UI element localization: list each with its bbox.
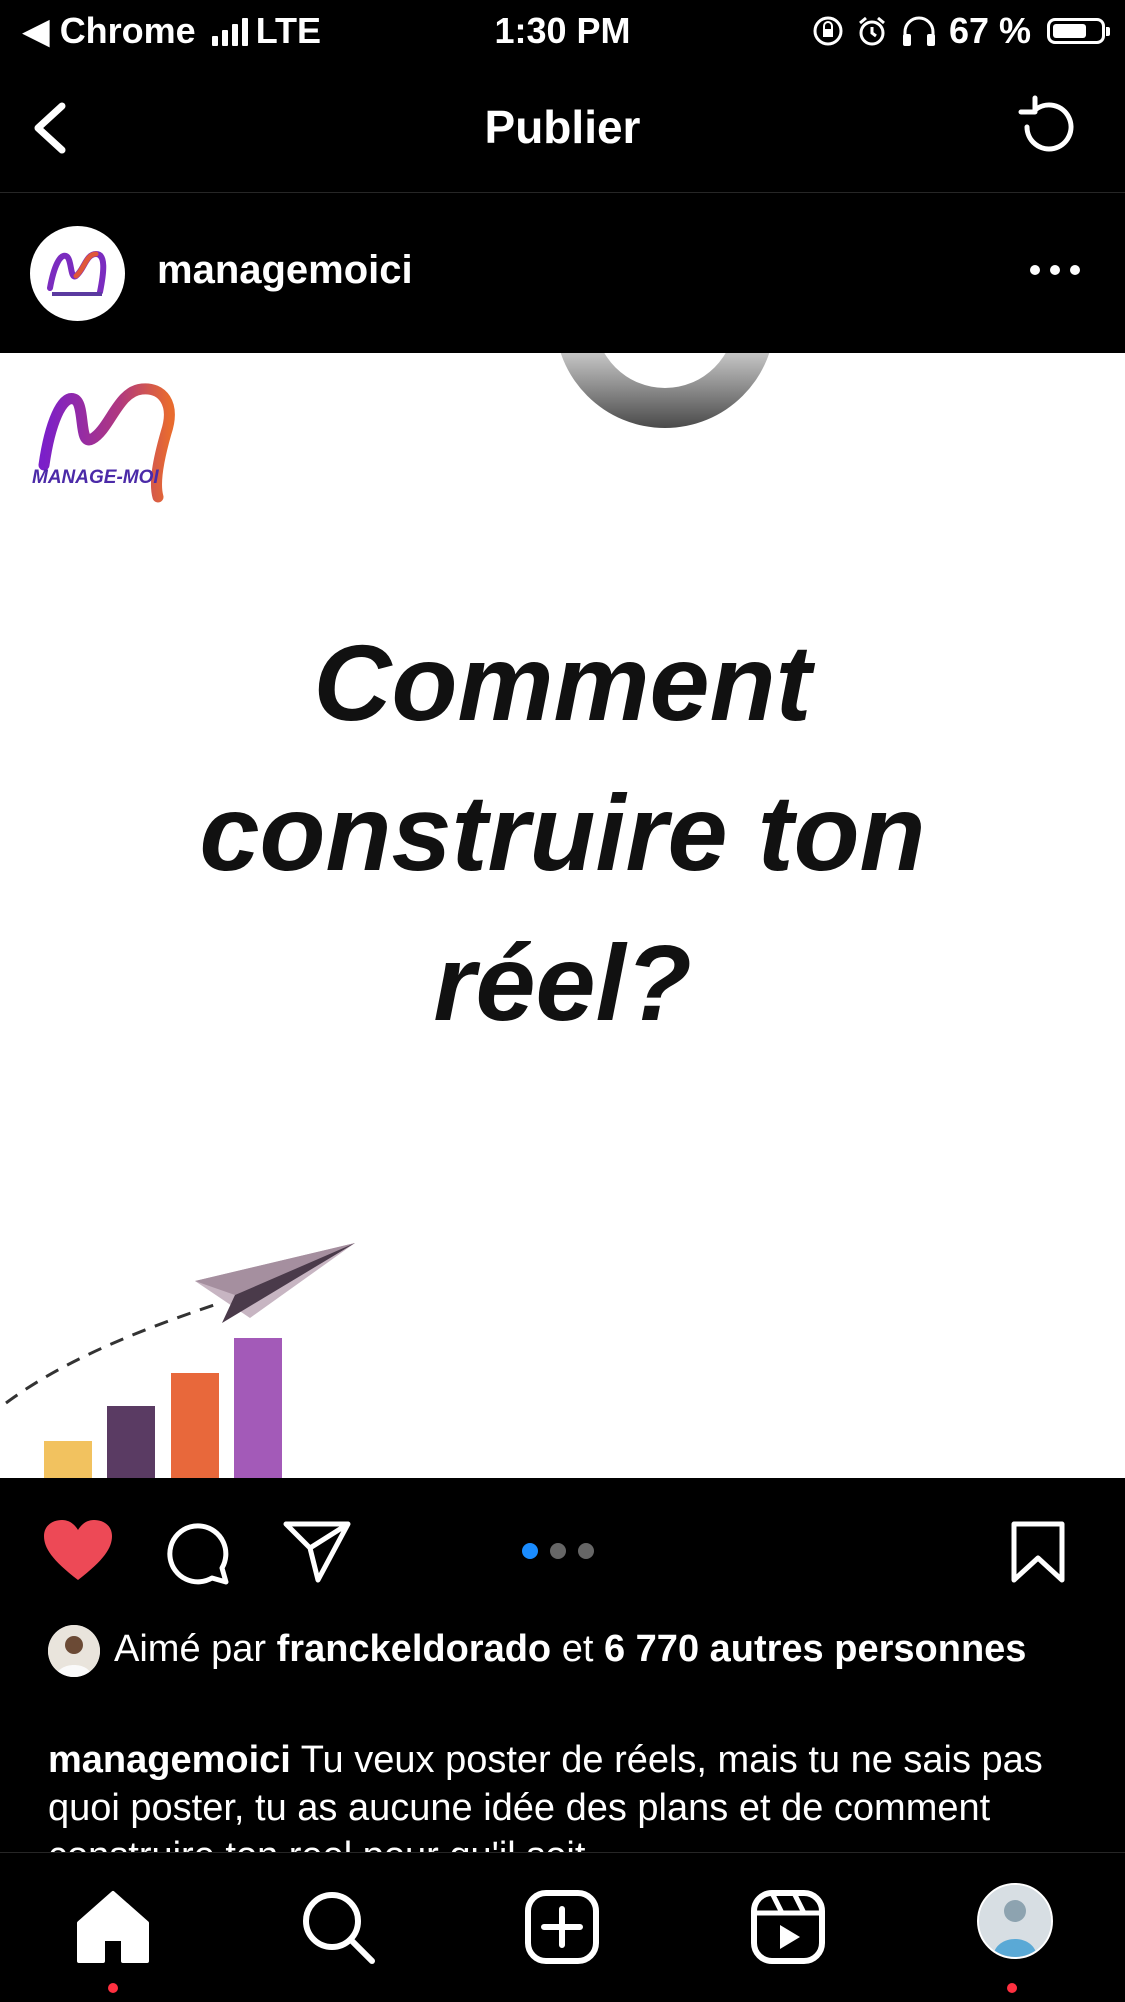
post-headline: Comment construire ton réel? [0, 608, 1125, 1058]
post-image[interactable]: MANAGE-MOI Comment construire ton réel? [0, 353, 1125, 1478]
post-header: managemoici [0, 193, 1125, 353]
manage-moi-logo-icon [47, 250, 107, 296]
refresh-icon[interactable] [1013, 92, 1083, 162]
headphones-icon [902, 16, 935, 46]
status-bar: ◀ Chrome LTE 1:30 PM 67 % [0, 0, 1125, 62]
post-caption[interactable]: managemoici Tu veux poster de réels, mai… [48, 1736, 1088, 1854]
create-post-icon[interactable] [522, 1887, 602, 1967]
carousel-dot [578, 1543, 594, 1559]
caption-username[interactable]: managemoici [48, 1739, 291, 1781]
liker-username[interactable]: franckeldorado [277, 1628, 552, 1670]
likes-summary[interactable]: Aimé par franckeldorado et 6 770 autres … [48, 1625, 1088, 1677]
profile-avatar[interactable] [977, 1883, 1053, 1959]
comment-icon[interactable] [164, 1518, 232, 1586]
rotation-lock-icon [813, 16, 843, 46]
bottom-tab-bar [0, 1852, 1125, 2002]
carousel-dot [550, 1543, 566, 1559]
person-avatar-icon [48, 1625, 100, 1677]
growth-illustration [5, 1243, 355, 1478]
status-right: 67 % [811, 10, 1110, 52]
likes-others[interactable]: 6 770 autres personnes [604, 1628, 1026, 1670]
battery-icon [1047, 18, 1110, 44]
likes-prefix: Aimé par [114, 1628, 267, 1670]
carousel-indicator [522, 1543, 594, 1559]
share-send-icon[interactable] [282, 1518, 352, 1584]
like-heart-icon[interactable] [42, 1518, 114, 1584]
page-title: Publier [484, 101, 641, 153]
profile-photo-icon [979, 1885, 1051, 1957]
headline-line: réel? [433, 922, 692, 1043]
liker-avatar[interactable] [48, 1625, 100, 1677]
chart-bar [234, 1338, 282, 1478]
nav-header: Publier [0, 62, 1125, 193]
post-actions [0, 1478, 1125, 1628]
post-avatar[interactable] [30, 226, 125, 321]
post-username[interactable]: managemoici [157, 248, 413, 293]
chart-bar [44, 1441, 92, 1478]
bookmark-icon[interactable] [1010, 1520, 1066, 1584]
carousel-dot-active [522, 1543, 538, 1559]
battery-percent: 67 % [948, 10, 1031, 51]
chart-bar [107, 1406, 155, 1478]
brand-logo-text: MANAGE-MOI [32, 467, 159, 488]
likes-connector: et [561, 1628, 594, 1670]
chart-bar [171, 1373, 219, 1478]
search-icon[interactable] [298, 1887, 378, 1967]
reels-icon[interactable] [748, 1887, 828, 1967]
home-notification-dot [108, 1983, 118, 1993]
decorative-ring [560, 353, 770, 428]
more-options-icon[interactable] [1025, 255, 1085, 285]
headline-line: Comment [313, 622, 812, 743]
home-icon[interactable] [73, 1887, 153, 1967]
profile-notification-dot [1007, 1983, 1017, 1993]
headline-line: construire ton [199, 772, 926, 893]
alarm-icon [858, 16, 885, 46]
brand-logo: MANAGE-MOI [30, 373, 190, 503]
